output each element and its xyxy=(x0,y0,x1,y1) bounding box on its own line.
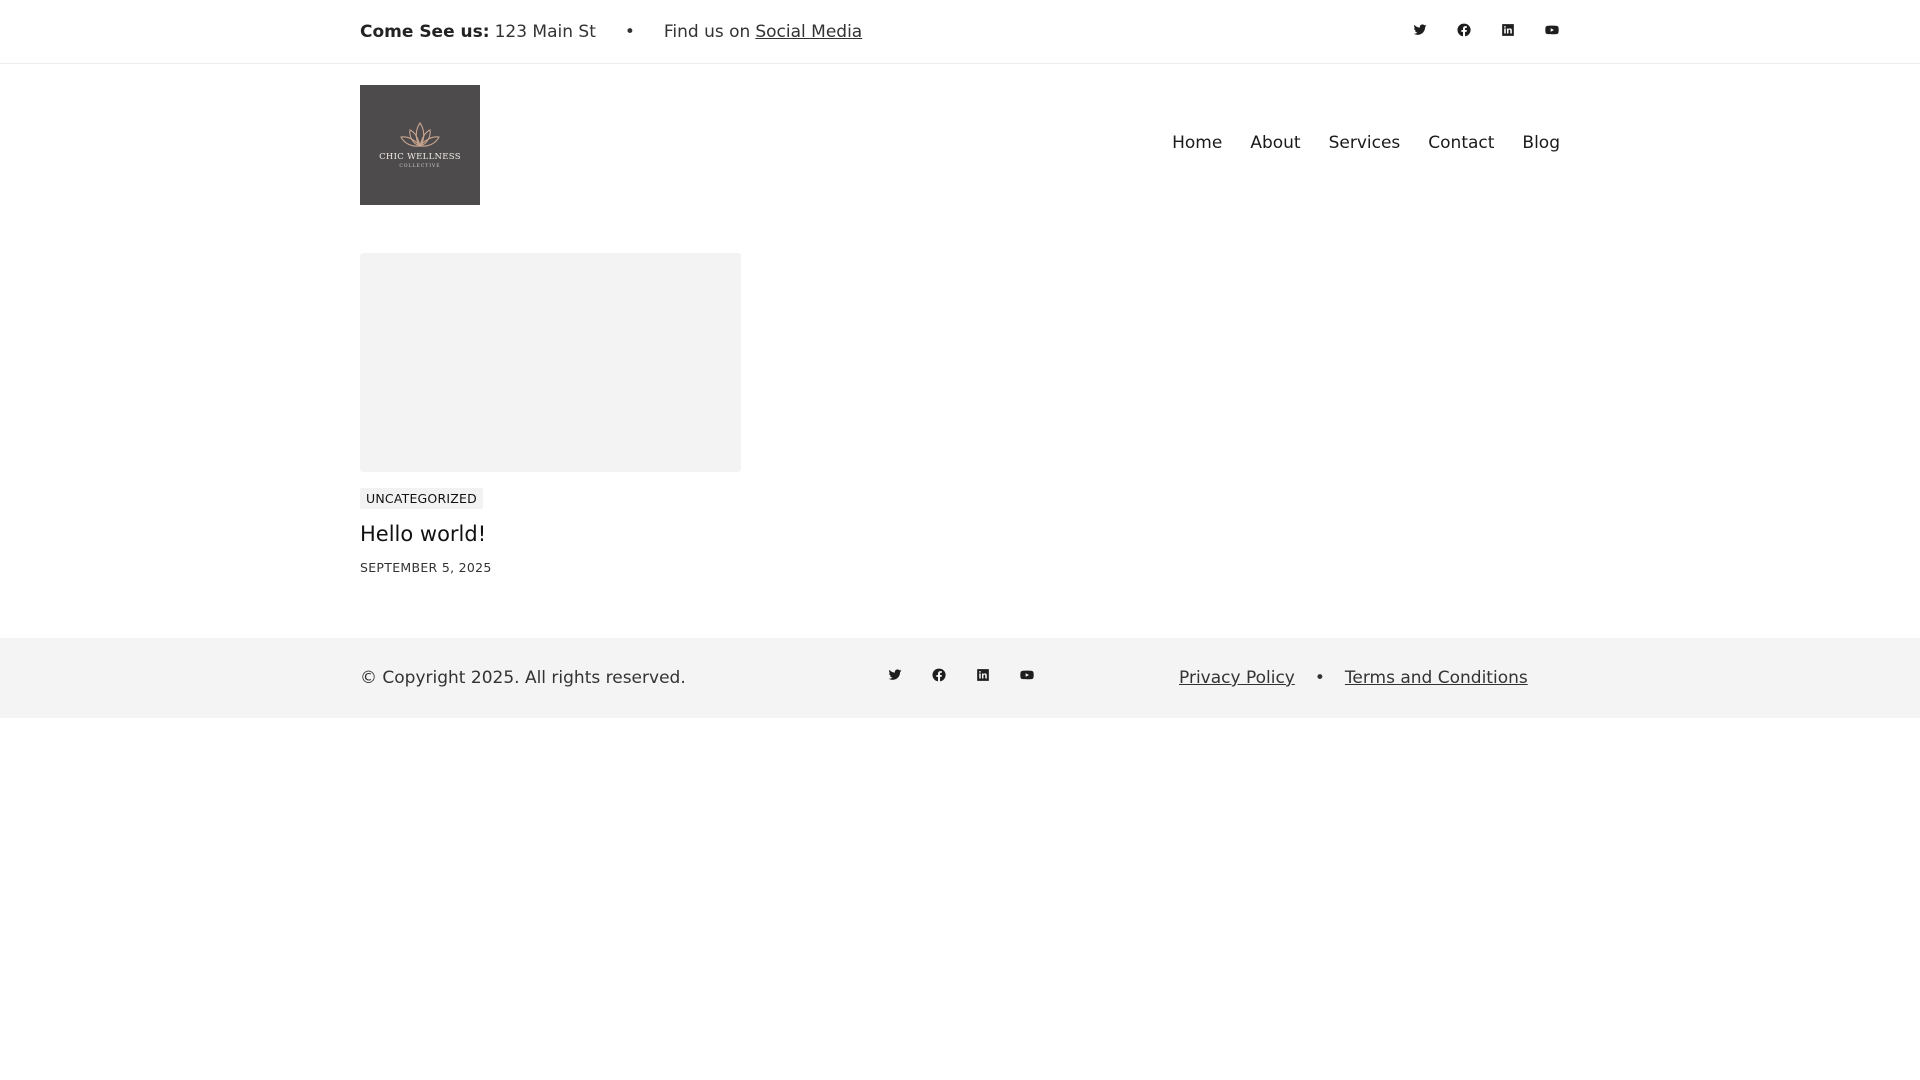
separator: • xyxy=(624,21,635,42)
top-bar: Come See us: 123 Main St • Find us on So… xyxy=(0,0,1920,64)
twitter-icon[interactable] xyxy=(1412,22,1428,38)
address-value: 123 Main St xyxy=(494,21,596,42)
linkedin-icon[interactable] xyxy=(1500,22,1516,38)
nav-contact[interactable]: Contact xyxy=(1428,133,1494,153)
nav-home[interactable]: Home xyxy=(1172,133,1222,153)
topbar-social-icons xyxy=(1412,22,1560,38)
logo-name: CHIC WELLNESS xyxy=(379,151,461,162)
lotus-icon xyxy=(400,121,440,147)
post-title[interactable]: Hello world! xyxy=(360,522,486,546)
logo-tagline: COLLECTIVE xyxy=(399,163,441,169)
nav-about[interactable]: About xyxy=(1250,133,1300,153)
linkedin-icon[interactable] xyxy=(975,667,991,683)
site-logo[interactable]: CHIC WELLNESS COLLECTIVE xyxy=(360,85,480,205)
main-nav: Home About Services Contact Blog xyxy=(1172,133,1560,153)
separator: • xyxy=(1314,668,1325,688)
facebook-icon[interactable] xyxy=(1456,22,1472,38)
copyright-text: © Copyright 2025. All rights reserved. xyxy=(360,668,686,688)
site-footer: © Copyright 2025. All rights reserved. P… xyxy=(0,638,1920,718)
post-category-badge[interactable]: UNCATEGORIZED xyxy=(360,488,483,509)
nav-services[interactable]: Services xyxy=(1329,133,1401,153)
youtube-icon[interactable] xyxy=(1544,22,1560,38)
post-thumbnail[interactable] xyxy=(360,253,741,472)
footer-links: Privacy Policy • Terms and Conditions xyxy=(1179,638,1528,718)
address-label: Come See us: xyxy=(360,21,490,42)
twitter-icon[interactable] xyxy=(887,667,903,683)
footer-social-icons xyxy=(887,667,1035,683)
terms-link[interactable]: Terms and Conditions xyxy=(1345,668,1528,688)
privacy-policy-link[interactable]: Privacy Policy xyxy=(1179,668,1295,688)
youtube-icon[interactable] xyxy=(1019,667,1035,683)
social-prefix: Find us on xyxy=(663,21,751,42)
facebook-icon[interactable] xyxy=(931,667,947,683)
nav-blog[interactable]: Blog xyxy=(1522,133,1560,153)
topbar-info: Come See us: 123 Main St • Find us on So… xyxy=(360,0,862,63)
social-media-link[interactable]: Social Media xyxy=(755,22,862,42)
post-date: SEPTEMBER 5, 2025 xyxy=(360,560,492,575)
